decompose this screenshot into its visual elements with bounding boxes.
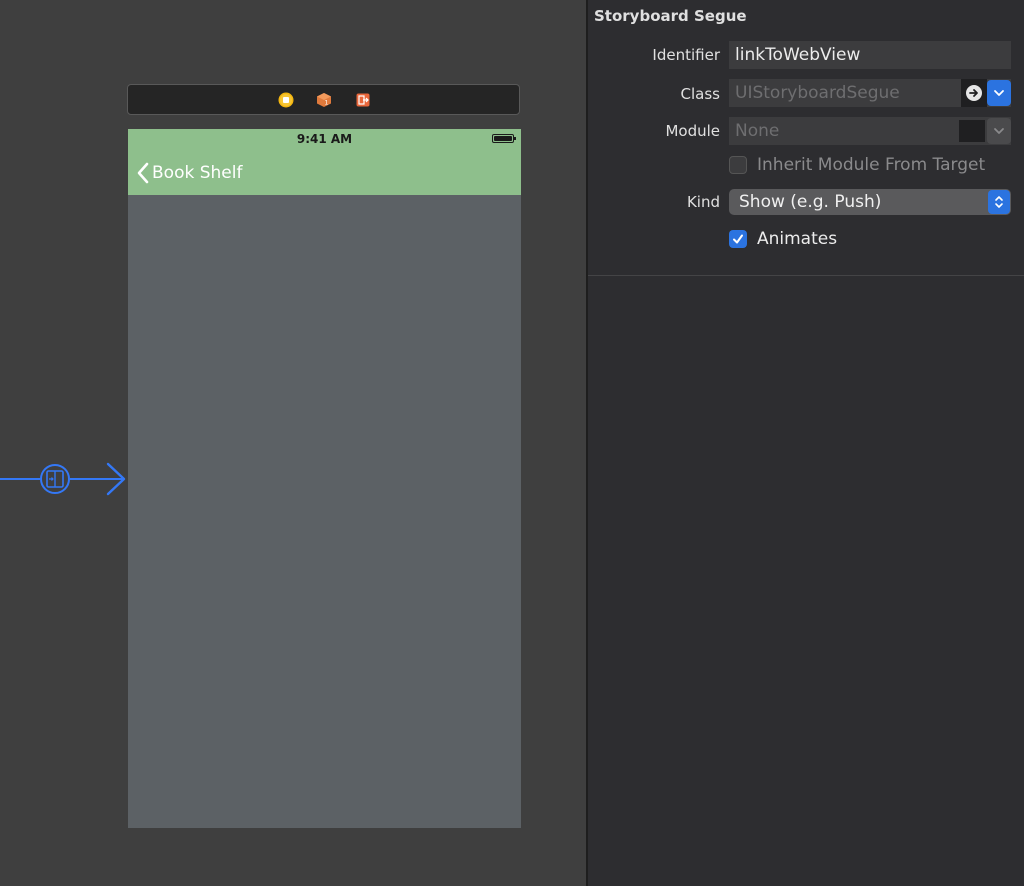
module-navigate-button[interactable]: [959, 120, 985, 142]
first-responder-icon[interactable]: 1: [316, 92, 332, 108]
identifier-label: Identifier: [652, 46, 720, 64]
animates-checkbox[interactable]: [729, 230, 747, 248]
scene-dock[interactable]: 1: [127, 84, 520, 115]
arrow-right-icon: [969, 89, 978, 97]
inherit-module-label: Inherit Module From Target: [757, 155, 986, 175]
module-dropdown-button[interactable]: [987, 118, 1011, 144]
chevron-left-icon: [137, 162, 149, 184]
class-navigate-button[interactable]: [961, 79, 987, 107]
module-placeholder: None: [735, 121, 780, 141]
status-time: 9:41 AM: [296, 132, 353, 146]
module-field[interactable]: None: [729, 117, 1011, 145]
segue-show-icon[interactable]: [40, 464, 70, 494]
attributes-inspector: Storyboard Segue Identifier linkToWebVie…: [588, 0, 1024, 886]
storyboard-segue-section: Storyboard Segue Identifier linkToWebVie…: [588, 0, 1024, 276]
scene-view-controller[interactable]: 9:41 AM Book Shelf: [128, 129, 521, 828]
inherit-module-checkbox[interactable]: [729, 156, 747, 174]
class-dropdown-button[interactable]: [987, 80, 1011, 106]
identifier-field[interactable]: linkToWebView: [729, 41, 1011, 69]
class-field[interactable]: UIStoryboardSegue: [729, 79, 1011, 107]
svg-text:1: 1: [325, 100, 329, 107]
kind-label: Kind: [686, 193, 720, 211]
view-controller-icon[interactable]: [278, 92, 294, 108]
animates-label: Animates: [757, 229, 838, 249]
checkmark-icon: [733, 234, 743, 244]
xcode-window: 1 9:41 AM Book Shelf Storyboard Segue Id…: [0, 0, 1024, 886]
identifier-value: linkToWebView: [735, 45, 861, 65]
exit-icon[interactable]: [355, 92, 371, 108]
up-down-chevron-icon: [988, 190, 1010, 214]
module-label: Module: [665, 122, 720, 140]
battery-icon: [492, 134, 516, 143]
inherit-module-row[interactable]: Inherit Module From Target: [729, 155, 985, 175]
kind-selected: Show (e.g. Push): [739, 192, 882, 212]
class-placeholder: UIStoryboardSegue: [735, 83, 900, 103]
chevron-down-icon: [994, 90, 1004, 96]
chevron-down-icon: [994, 128, 1004, 134]
class-label: Class: [680, 85, 720, 103]
back-button-label: Book Shelf: [152, 163, 243, 183]
segue-arrow[interactable]: [0, 458, 130, 500]
section-title: Storyboard Segue: [594, 7, 747, 25]
storyboard-canvas[interactable]: 1 9:41 AM Book Shelf: [0, 0, 586, 886]
animates-row[interactable]: Animates: [729, 229, 837, 249]
kind-popup[interactable]: Show (e.g. Push): [729, 189, 1011, 215]
back-button[interactable]: Book Shelf: [137, 161, 242, 185]
navigation-bar: 9:41 AM Book Shelf: [128, 129, 521, 195]
